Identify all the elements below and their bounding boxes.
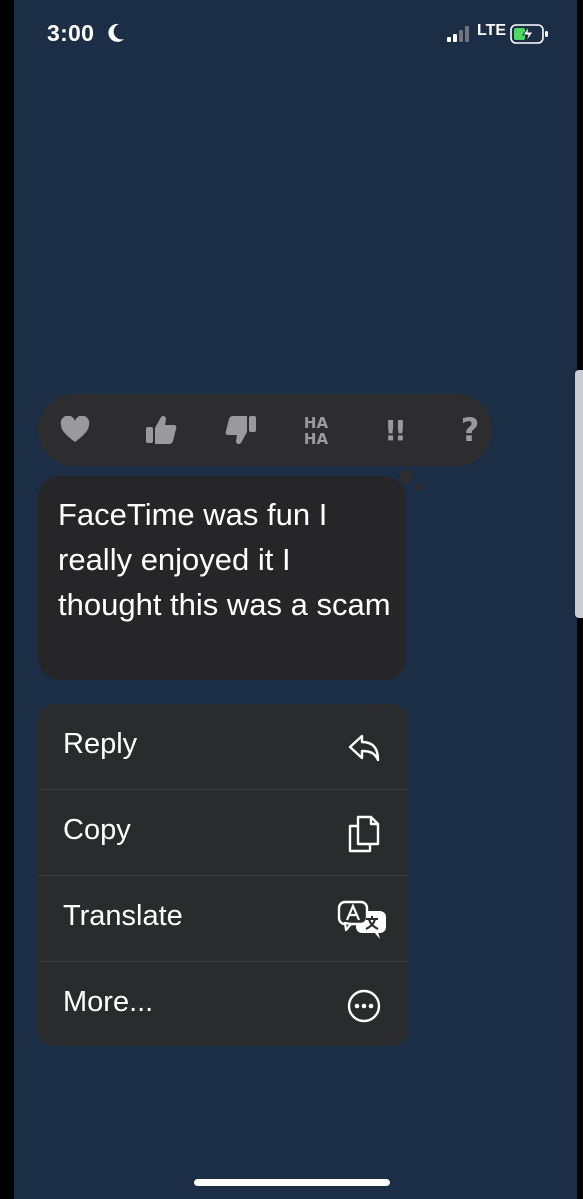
menu-item-label: Copy [63, 814, 131, 846]
reaction-heart[interactable] [55, 412, 95, 448]
reaction-emphasize[interactable]: !! [374, 412, 414, 448]
context-menu: Reply Copy Translate More... [38, 704, 408, 1046]
screen: 3:00 LTE HA HA !! ? FaceTime was fun I r… [14, 0, 577, 1199]
tapback-tail [399, 470, 413, 484]
heart-icon [60, 416, 90, 442]
side-handle [575, 370, 583, 618]
translate-icon [336, 900, 390, 940]
tapback-tail-small [416, 484, 423, 491]
tapback-bar: HA HA !! ? [38, 394, 492, 466]
menu-item-label: Translate [63, 900, 183, 932]
double-exclamation-icon: !! [384, 413, 406, 447]
home-indicator[interactable] [194, 1179, 390, 1186]
more-icon [344, 986, 384, 1026]
battery-charging-icon [510, 24, 548, 44]
copy-icon [344, 814, 384, 854]
status-bar: 3:00 LTE [14, 0, 577, 70]
menu-item-more[interactable]: More... [38, 962, 408, 1046]
network-type: LTE [477, 22, 507, 39]
reaction-thumbs-up[interactable] [141, 412, 181, 448]
haha-text-bottom: HA [304, 430, 329, 448]
haha-icon: HA HA [304, 414, 329, 448]
question-icon: ? [460, 411, 480, 449]
signal-icon [447, 26, 469, 42]
menu-item-label: Reply [63, 728, 138, 760]
reaction-question[interactable]: ? [450, 411, 490, 449]
thumbs-up-icon [146, 415, 177, 444]
menu-item-label: More... [63, 986, 154, 1018]
reaction-thumbs-down[interactable] [221, 412, 261, 448]
reaction-haha[interactable]: HA HA [296, 412, 336, 448]
thumbs-down-icon [225, 416, 256, 445]
menu-item-reply[interactable]: Reply [38, 704, 408, 789]
menu-item-copy[interactable]: Copy [38, 790, 408, 875]
menu-item-translate[interactable]: Translate [38, 876, 408, 961]
message-bubble[interactable]: FaceTime was fun I really enjoyed it I t… [38, 476, 406, 680]
moon-icon [108, 23, 124, 42]
message-text: FaceTime was fun I really enjoyed it I t… [58, 497, 391, 622]
status-time: 3:00 [47, 20, 95, 46]
reply-icon [344, 728, 384, 768]
